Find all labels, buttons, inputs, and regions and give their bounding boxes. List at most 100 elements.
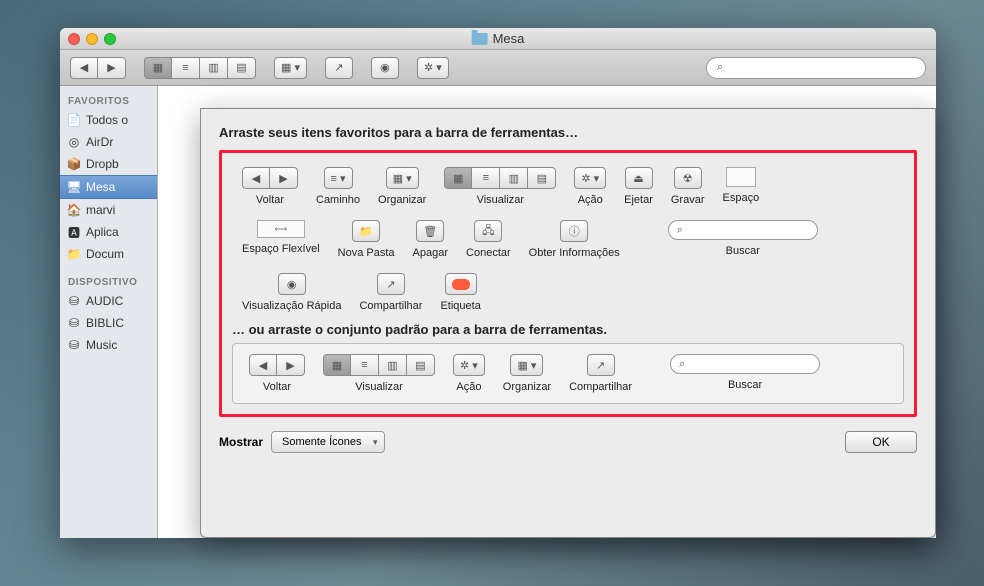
default-set-container[interactable]: ◀▶ Voltar ▦≡▥▤ Visualizar ✲ ▾ Ação ▦ ▾ O…	[232, 343, 904, 404]
back-button[interactable]: ◀	[70, 57, 98, 79]
search-input[interactable]: ⌕	[706, 57, 926, 79]
palette-nova-pasta[interactable]: 📁 Nova Pasta	[338, 220, 395, 259]
sidebar-item-home[interactable]: 🏠marvi	[60, 199, 157, 221]
default-acao[interactable]: ✲ ▾ Ação	[453, 354, 485, 393]
traffic-lights	[68, 33, 116, 45]
action-button[interactable]: ✲ ▾	[417, 57, 449, 79]
palette-label: Buscar	[726, 245, 760, 257]
close-button[interactable]	[68, 33, 80, 45]
sidebar-item-documents[interactable]: 📁Docum	[60, 243, 157, 265]
ok-label: OK	[872, 435, 889, 449]
palette-label: Visualizar	[355, 381, 403, 393]
desktop-icon: 🖥	[66, 179, 82, 195]
palette-compartilhar[interactable]: ↗ Compartilhar	[359, 273, 422, 312]
triangle-right-icon: ▶	[279, 172, 287, 185]
search-icon: ⌕	[677, 224, 683, 237]
palette-label: Ejetar	[624, 194, 653, 206]
titlebar: Mesa	[60, 28, 936, 50]
airdrop-icon: ◎	[66, 134, 82, 150]
palette-label: Organizar	[503, 381, 551, 393]
palette-label: Nova Pasta	[338, 247, 395, 259]
columns-icon: ▥	[509, 172, 519, 185]
sidebar-item-label: Docum	[86, 247, 124, 261]
sidebar-item-label: Aplica	[86, 225, 119, 239]
view-buttons: ▦ ≡ ▥ ▤	[144, 57, 256, 79]
sidebar-item-disk1[interactable]: ⛁AUDIC	[60, 290, 157, 312]
palette-conectar[interactable]: 🖧 Conectar	[466, 220, 511, 259]
default-buscar[interactable]: ⌕ Buscar	[670, 354, 820, 391]
palette-espaco-flexivel[interactable]: ⟷ Espaço Flexível	[242, 220, 320, 255]
palette-apagar[interactable]: 🗑 Apagar	[413, 220, 448, 259]
sidebar-item-airdrop[interactable]: ◎ AirDr	[60, 131, 157, 153]
nav-buttons: ◀ ▶	[70, 57, 126, 79]
palette-acao[interactable]: ✲ ▾ Ação	[574, 167, 606, 206]
palette-ejetar[interactable]: ⏏ Ejetar	[624, 167, 653, 206]
path-icon: ≡ ▾	[331, 172, 346, 185]
quicklook-button[interactable]: ◉	[371, 57, 399, 79]
share-button[interactable]: ↗	[325, 57, 353, 79]
coverflow-view-button[interactable]: ▤	[228, 57, 256, 79]
palette-etiqueta[interactable]: Etiqueta	[440, 273, 480, 312]
finder-window: Mesa ◀ ▶ ▦ ≡ ▥ ▤ ▦ ▾ ↗ ◉ ✲ ▾ ⌕ FAVORITOS…	[60, 28, 936, 538]
show-mode-select[interactable]: Somente Ícones	[271, 431, 385, 453]
sidebar-item-disk2[interactable]: ⛁BIBLIC	[60, 312, 157, 334]
disk-icon: ⛁	[66, 337, 82, 353]
default-visualizar[interactable]: ▦≡▥▤ Visualizar	[323, 354, 435, 393]
palette-obter-info[interactable]: ⓘ Obter Informações	[529, 220, 620, 259]
annotation-box: ◀▶ Voltar ≡ ▾ Caminho ▦ ▾ Organizar ▦≡▥▤…	[219, 150, 917, 417]
column-view-button[interactable]: ▥	[200, 57, 228, 79]
triangle-right-icon: ▶	[107, 61, 115, 74]
sidebar-item-disk3[interactable]: ⛁ Music	[60, 334, 157, 356]
new-folder-icon: 📁	[359, 225, 373, 238]
zoom-button[interactable]	[104, 33, 116, 45]
sidebar-item-dropbox[interactable]: 📦Dropb	[60, 153, 157, 175]
palette-label: Visualizar	[477, 194, 525, 206]
grid-icon: ▦	[453, 172, 463, 185]
palette-gravar[interactable]: ☢ Gravar	[671, 167, 705, 206]
palette-label: Buscar	[728, 379, 762, 391]
ok-button[interactable]: OK	[845, 431, 917, 453]
triangle-left-icon: ◀	[252, 172, 260, 185]
space-icon	[726, 167, 756, 187]
minimize-button[interactable]	[86, 33, 98, 45]
allfiles-icon: 📄	[66, 112, 82, 128]
eject-icon: ⏏	[633, 172, 643, 185]
search-field-small[interactable]: ⌕	[670, 354, 820, 374]
sheet-heading: Arraste seus itens favoritos para a barr…	[219, 125, 917, 140]
sidebar-item-apps[interactable]: 🅰Aplica	[60, 221, 157, 243]
search-field-small[interactable]: ⌕	[668, 220, 818, 240]
palette-espaco[interactable]: Espaço	[723, 167, 760, 204]
palette-label: Ação	[456, 381, 481, 393]
coverflow-icon: ▤	[537, 172, 547, 185]
forward-button[interactable]: ▶	[98, 57, 126, 79]
sheet-footer: Mostrar Somente Ícones OK	[219, 431, 917, 453]
select-value: Somente Ícones	[282, 436, 362, 448]
palette-buscar[interactable]: ⌕ Buscar	[668, 220, 818, 257]
share-icon: ↗	[334, 61, 343, 74]
default-organizar[interactable]: ▦ ▾ Organizar	[503, 354, 551, 393]
palette-voltar[interactable]: ◀▶ Voltar	[242, 167, 298, 206]
default-compartilhar[interactable]: ↗ Compartilhar	[569, 354, 632, 393]
arrange-icon: ▦ ▾	[517, 359, 536, 372]
palette-label: Espaço Flexível	[242, 243, 320, 255]
tag-icon	[452, 279, 470, 290]
arrange-button[interactable]: ▦ ▾	[274, 57, 307, 79]
folder-icon	[472, 33, 488, 45]
icon-view-button[interactable]: ▦	[144, 57, 172, 79]
palette-visualizar[interactable]: ▦≡▥▤ Visualizar	[444, 167, 556, 206]
sidebar-item-label: Music	[86, 338, 117, 352]
palette-organizar[interactable]: ▦ ▾ Organizar	[378, 167, 426, 206]
triangle-right-icon: ▶	[286, 359, 294, 372]
sidebar-item-allfiles[interactable]: 📄 Todos o	[60, 109, 157, 131]
eye-icon: ◉	[287, 278, 297, 291]
palette-caminho[interactable]: ≡ ▾ Caminho	[316, 167, 360, 206]
sidebar-item-label: Todos o	[86, 113, 128, 127]
palette-label: Conectar	[466, 247, 511, 259]
default-voltar[interactable]: ◀▶ Voltar	[249, 354, 305, 393]
list-view-button[interactable]: ≡	[172, 57, 200, 79]
palette-visualizacao-rapida[interactable]: ◉ Visualização Rápida	[242, 273, 341, 312]
main-toolbar: ◀ ▶ ▦ ≡ ▥ ▤ ▦ ▾ ↗ ◉ ✲ ▾ ⌕	[60, 50, 936, 86]
sidebar-item-label: AirDr	[86, 135, 113, 149]
sidebar-item-mesa[interactable]: 🖥Mesa	[60, 175, 157, 199]
list-icon: ≡	[182, 62, 188, 74]
